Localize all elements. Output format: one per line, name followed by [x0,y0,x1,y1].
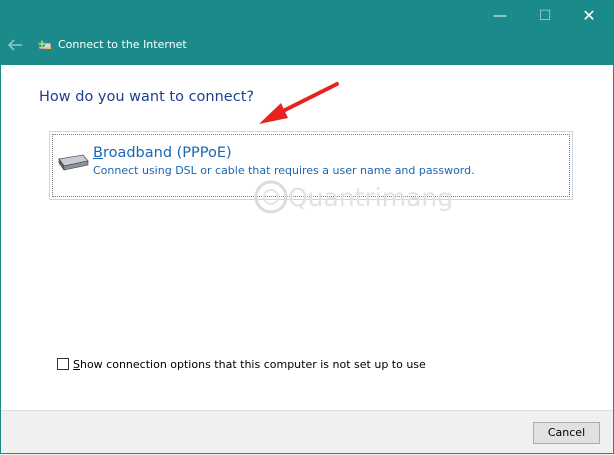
page-heading: How do you want to connect? [39,89,255,105]
checkbox-accesskey: S [73,358,80,371]
dialog-footer: Cancel [0,410,614,455]
cancel-button[interactable]: Cancel [533,422,600,444]
option-title: Broadband (PPPoE) [93,143,232,163]
window-title: Connect to the Internet [58,38,187,51]
show-options-checkbox[interactable] [57,358,69,370]
back-arrow-icon[interactable] [6,37,24,53]
network-icon [38,40,52,50]
window-border-left [0,65,1,454]
option-description: Connect using DSL or cable that requires… [93,164,475,177]
checkbox-label-text: how connection options that this compute… [79,358,426,371]
broadband-pppoe-option[interactable]: Broadband (PPPoE) Connect using DSL or c… [49,131,573,200]
modem-icon [58,154,89,171]
close-button[interactable]: ✕ [566,0,612,32]
minimize-button[interactable]: — [477,0,523,32]
option-title-accesskey: B [93,145,103,161]
option-title-text: roadband (PPPoE) [102,145,232,161]
annotation-arrow [259,82,339,124]
title-bar: — ☐ ✕ Connect to the Internet [0,0,614,65]
maximize-button[interactable]: ☐ [522,0,568,32]
show-options-label[interactable]: Show connection options that this comput… [73,357,426,373]
